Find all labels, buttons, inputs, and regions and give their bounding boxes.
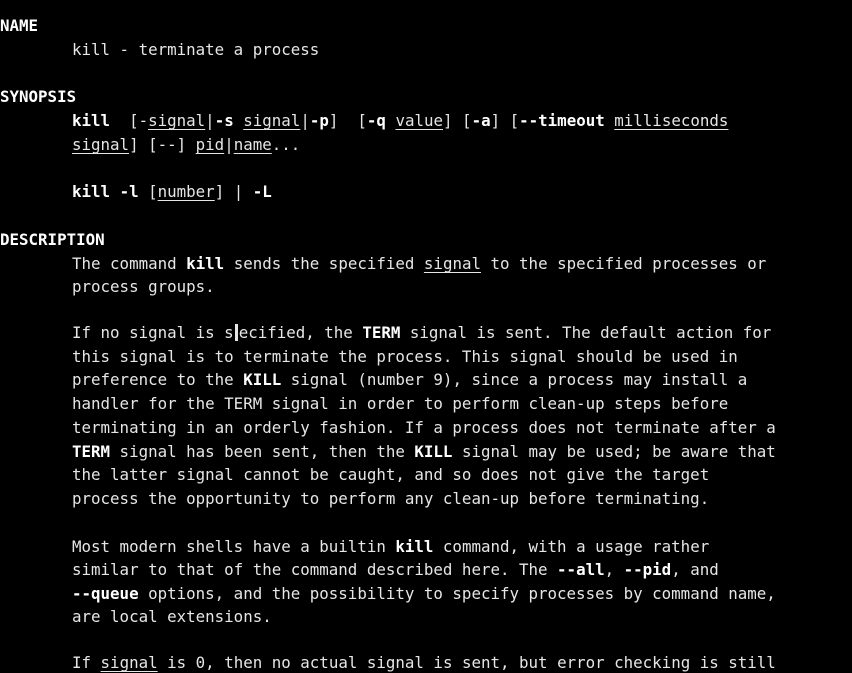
text-segment: |	[205, 111, 215, 130]
text-segment: options, and the possibility to specify …	[138, 584, 776, 603]
text-segment: are local extensions.	[72, 607, 272, 626]
synopsis-line: kill [-signal|-s signal|-p] [-q value] […	[72, 109, 728, 132]
text-segment: this signal is to terminate the process.…	[72, 347, 738, 366]
underlined-term: milliseconds	[614, 111, 729, 130]
text-segment: to the specified processes or	[481, 254, 767, 273]
bold-term: -l	[119, 182, 139, 201]
bold-term: --queue	[72, 584, 139, 603]
bold-term: -s	[214, 111, 234, 130]
text-cursor	[234, 324, 238, 341]
text-segment: , and	[671, 560, 719, 579]
bold-term: TERM	[72, 442, 111, 461]
underlined-term: signal	[148, 111, 206, 130]
text-segment: the latter signal cannot be caught, and …	[72, 465, 710, 484]
bold-term: --all	[557, 560, 605, 579]
text-segment: |	[224, 135, 234, 154]
text-segment: terminating in an orderly fashion. If a …	[72, 418, 776, 437]
bold-term: --timeout	[519, 111, 605, 130]
description-line: If signal is 0, then no actual signal is…	[72, 651, 776, 673]
bold-term: kill	[72, 111, 111, 130]
text-segment: similar to that of the command described…	[72, 560, 558, 579]
underlined-term: signal	[423, 254, 481, 273]
text-segment: If	[72, 653, 101, 672]
description-line: TERM signal has been sent, then the KILL…	[72, 440, 776, 463]
text-segment: ] [	[490, 111, 520, 130]
text-segment: [-	[110, 111, 149, 130]
underlined-term: signal	[243, 111, 301, 130]
text-segment: signal (number 9), since a process may i…	[281, 370, 748, 389]
text-segment: ,	[604, 560, 624, 579]
text-segment: is 0, then no actual signal is sent, but…	[157, 653, 776, 672]
bold-term: -L	[252, 182, 272, 201]
name-line: kill - terminate a process	[72, 38, 319, 61]
text-segment: process groups.	[72, 277, 215, 296]
underlined-term: signal	[100, 653, 158, 672]
description-line: process groups.	[72, 275, 215, 298]
text-segment: ecified, the	[238, 323, 363, 342]
text-segment	[110, 182, 120, 201]
synopsis-line: signal] [--] pid|name...	[72, 133, 300, 156]
bold-term: kill	[395, 537, 434, 556]
synopsis-line: kill -l [number] | -L	[72, 180, 272, 203]
underlined-term: signal	[72, 135, 130, 154]
description-line: this signal is to terminate the process.…	[72, 345, 738, 368]
text-segment: [	[138, 182, 158, 201]
description-line: terminating in an orderly fashion. If a …	[72, 416, 776, 439]
description-line: are local extensions.	[72, 605, 272, 628]
text-segment: process the opportunity to perform any c…	[72, 489, 710, 508]
bold-term: --pid	[623, 560, 672, 579]
text-segment: handler for the TERM signal in order to …	[72, 394, 729, 413]
text-segment: Most modern shells have a builtin	[72, 537, 396, 556]
text-segment: ] [	[443, 111, 472, 130]
text-segment: ] |	[214, 182, 253, 201]
bold-term: KILL	[414, 442, 453, 461]
text-segment: sends the specified	[224, 254, 424, 273]
bold-term: TERM	[362, 323, 401, 342]
description-line: process the opportunity to perform any c…	[72, 487, 709, 510]
description-line: handler for the TERM signal in order to …	[72, 392, 728, 415]
text-segment	[605, 111, 615, 130]
underlined-term: value	[395, 111, 444, 130]
text-segment: The command	[72, 254, 187, 273]
text-segment: preference to the	[72, 370, 244, 389]
text-segment: signal may be used; be aware that	[452, 442, 776, 461]
description-line: Most modern shells have a builtin kill c…	[72, 535, 709, 558]
underlined-term: number	[157, 182, 215, 201]
description-line: preference to the KILL signal (number 9)…	[72, 368, 747, 391]
bold-term: kill	[72, 182, 111, 201]
text-segment	[234, 111, 244, 130]
text-segment: ...	[271, 135, 301, 154]
underlined-term: name	[233, 135, 272, 154]
bold-term: kill	[186, 254, 225, 273]
bold-term: KILL	[243, 370, 282, 389]
text-segment: |	[300, 111, 310, 130]
underlined-term: pid	[195, 135, 225, 154]
section-heading-synopsis: SYNOPSIS	[0, 87, 77, 106]
bold-term: -q	[366, 111, 386, 130]
terminal-window: NAME kill - terminate a process SYNOPSIS…	[0, 0, 852, 673]
bold-term: -a	[471, 111, 491, 130]
description-line: --queue options, and the possibility to …	[72, 582, 776, 605]
description-line: similar to that of the command described…	[72, 558, 719, 581]
bold-term: -p	[309, 111, 329, 130]
text-segment: kill - terminate a process	[72, 40, 320, 59]
text-segment: ] [	[328, 111, 367, 130]
text-segment: If no signal is s	[72, 323, 234, 342]
text-segment: command, with a usage rather	[433, 537, 710, 556]
section-heading-name: NAME	[0, 16, 39, 35]
text-segment: ] [--]	[129, 135, 196, 154]
section-heading-description: DESCRIPTION	[0, 230, 105, 249]
description-line: If no signal is s ecified, the TERM signa…	[72, 321, 771, 344]
description-line: The command kill sends the specified sig…	[72, 252, 766, 275]
text-segment: signal has been sent, then the	[110, 442, 415, 461]
text-segment: signal is sent. The default action for	[400, 323, 772, 342]
description-line: the latter signal cannot be caught, and …	[72, 463, 709, 486]
